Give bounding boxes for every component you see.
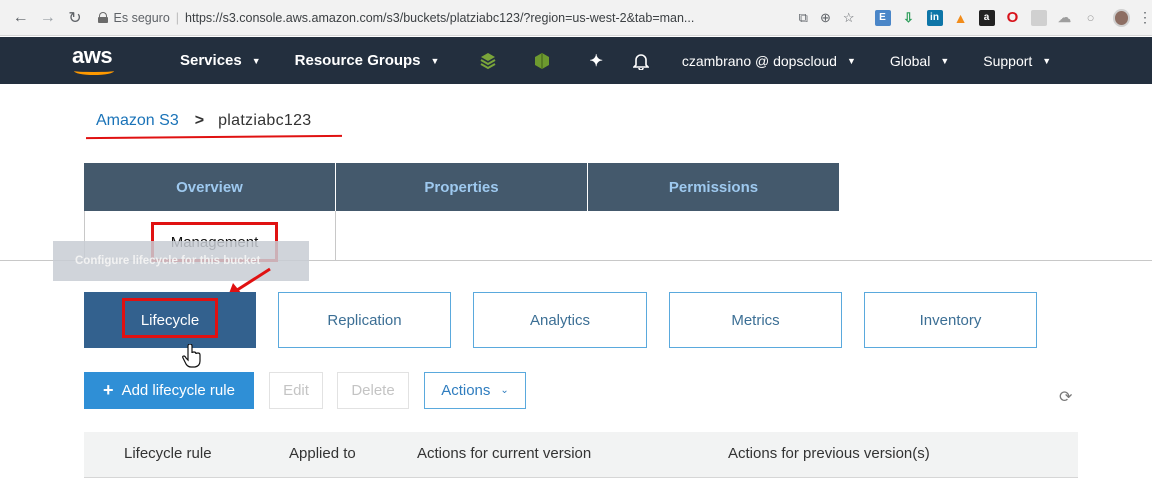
support-menu[interactable]: Support ▼ xyxy=(983,53,1051,69)
bucket-tabs: Overview Properties Permissions xyxy=(84,163,840,211)
extension-e-icon[interactable]: E xyxy=(874,9,891,26)
extension-icons: E ⇩ in ▲ a O ☁ ○ xyxy=(874,9,1099,26)
annotation-box xyxy=(122,298,218,338)
resource-groups-label: Resource Groups xyxy=(294,52,421,69)
column-header-lifecycle-rule[interactable]: Lifecycle rule xyxy=(124,445,212,462)
account-menu[interactable]: czambrano @ dopscloud ▼ xyxy=(682,53,856,69)
column-header-applied-to[interactable]: Applied to xyxy=(289,445,356,462)
tab-properties[interactable]: Properties xyxy=(336,163,588,211)
extension-triangle-icon[interactable]: ▲ xyxy=(953,10,969,26)
column-header-current-version[interactable]: Actions for current version xyxy=(417,445,591,462)
actions-label: Actions xyxy=(441,382,491,399)
annotation-underline xyxy=(85,134,343,140)
tab-permissions[interactable]: Permissions xyxy=(588,163,840,211)
column-header-previous-versions[interactable]: Actions for previous version(s) xyxy=(728,445,930,462)
forward-arrow-icon[interactable]: → xyxy=(37,7,58,29)
subtab-analytics[interactable]: Analytics xyxy=(473,292,647,348)
plus-icon: + xyxy=(103,380,114,400)
back-arrow-icon[interactable]: ← xyxy=(10,7,31,29)
actions-dropdown[interactable]: Actions ⌄ xyxy=(424,372,526,409)
add-lifecycle-rule-label: Add lifecycle rule xyxy=(121,382,235,399)
subtab-replication[interactable]: Replication xyxy=(278,292,451,348)
url-text[interactable]: https://s3.console.aws.amazon.com/s3/buc… xyxy=(185,11,694,25)
add-lifecycle-rule-button[interactable]: + Add lifecycle rule xyxy=(84,372,254,409)
chevron-down-icon: ⌄ xyxy=(500,385,509,396)
secure-label: Es seguro xyxy=(113,10,170,25)
services-menu[interactable]: Services ▼ xyxy=(180,52,261,69)
region-label: Global xyxy=(889,52,931,69)
region-menu[interactable]: Global ▼ xyxy=(890,53,949,69)
opera-icon[interactable]: O xyxy=(1005,9,1021,26)
breadcrumb-amazon-s3[interactable]: Amazon S3 xyxy=(96,112,179,130)
resource-groups-menu[interactable]: Resource Groups ▼ xyxy=(295,52,440,69)
service-shortcut-icon[interactable] xyxy=(533,52,551,70)
subtab-inventory[interactable]: Inventory xyxy=(864,292,1037,348)
pin-icon[interactable]: ✦ xyxy=(589,51,602,71)
service-shortcut-icon[interactable] xyxy=(479,52,497,70)
edit-button[interactable]: Edit xyxy=(269,372,323,409)
extension-grey-icon[interactable] xyxy=(1030,9,1047,26)
chevron-down-icon: ▼ xyxy=(430,55,440,66)
address-bar[interactable]: Es seguro | https://s3.console.aws.amazo… xyxy=(97,5,791,31)
hand-cursor-icon xyxy=(182,344,201,368)
subtab-metrics[interactable]: Metrics xyxy=(669,292,842,348)
chevron-down-icon: ▼ xyxy=(846,55,856,66)
reload-icon[interactable]: ↻ xyxy=(64,7,85,29)
bell-icon[interactable] xyxy=(632,52,649,70)
account-label: czambrano @ dopscloud xyxy=(681,52,837,69)
browser-toolbar: ← → ↻ Es seguro | https://s3.console.aws… xyxy=(0,0,1152,36)
chevron-down-icon: ▼ xyxy=(251,55,261,66)
breadcrumb-separator: > xyxy=(194,112,205,129)
profile-avatar[interactable] xyxy=(1112,8,1130,27)
linkedin-icon[interactable]: in xyxy=(926,9,943,26)
chevron-down-icon: ▼ xyxy=(1042,55,1052,66)
url-separator: | xyxy=(175,10,180,25)
lifecycle-table-header: Lifecycle rule Applied to Actions for cu… xyxy=(84,432,1078,478)
translate-icon[interactable]: ⧉ xyxy=(799,10,808,26)
browser-menu-icon[interactable]: ⋮ xyxy=(1138,9,1152,26)
chevron-down-icon: ▼ xyxy=(940,55,950,66)
extension-circle-icon[interactable]: ○ xyxy=(1083,10,1099,26)
delete-button[interactable]: Delete xyxy=(337,372,409,409)
aws-smile-icon xyxy=(74,67,114,75)
amazon-assistant-icon[interactable]: a xyxy=(978,9,995,26)
aws-top-navigation: aws Services ▼ Resource Groups ▼ ✦ czamb… xyxy=(0,37,1152,84)
services-label: Services xyxy=(180,52,242,69)
extension-inbox-icon[interactable]: ⇩ xyxy=(901,10,917,26)
tab-divider-line xyxy=(336,260,1152,261)
aws-logo-text: aws xyxy=(72,42,113,68)
aws-logo[interactable]: aws xyxy=(72,41,124,81)
breadcrumb-bucket-name: platziabc123 xyxy=(218,112,312,129)
tab-overview[interactable]: Overview xyxy=(84,163,336,211)
refresh-icon[interactable]: ⟳ xyxy=(1059,387,1077,406)
zoom-icon[interactable]: ⊕ xyxy=(820,10,831,26)
address-bar-icons: ⧉ ⊕ ☆ xyxy=(799,10,855,26)
breadcrumb: Amazon S3 > platziabc123 xyxy=(96,112,312,130)
lock-icon xyxy=(97,12,108,23)
bookmark-star-icon[interactable]: ☆ xyxy=(843,10,855,26)
extension-cloud-icon[interactable]: ☁ xyxy=(1057,10,1073,26)
support-label: Support xyxy=(983,52,1033,69)
